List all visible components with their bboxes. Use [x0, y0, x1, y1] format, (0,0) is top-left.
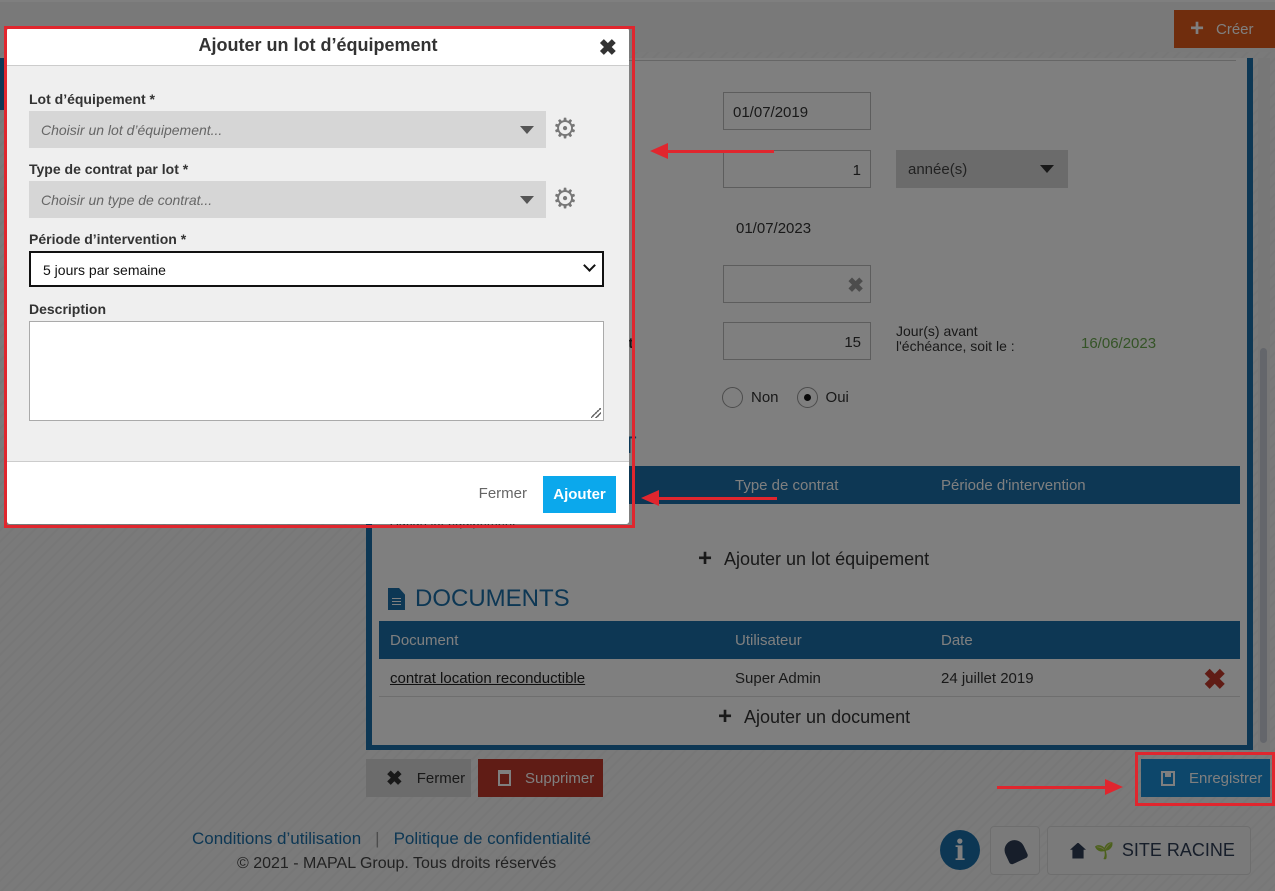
dialog-close-button[interactable]: Fermer	[479, 485, 527, 502]
dialog-footer: Fermer Ajouter	[7, 461, 629, 524]
dialog-add-button[interactable]: Ajouter	[543, 476, 616, 513]
description-textarea[interactable]	[29, 321, 604, 421]
lot-label: Lot d’équipement *	[29, 91, 155, 107]
annotation-arrow-right	[997, 779, 1123, 795]
annotation-arrow-left	[641, 490, 777, 506]
lot-select[interactable]: Choisir un lot d’équipement...	[29, 111, 546, 148]
contract-type-select[interactable]: Choisir un type de contrat...	[29, 181, 546, 218]
period-value: 5 jours par semaine	[43, 262, 166, 278]
annotation-arrow-left	[650, 143, 774, 159]
save-annotation-box	[1135, 752, 1275, 806]
period-select[interactable]: 5 jours par semaine	[29, 251, 604, 287]
chevron-down-icon	[583, 259, 596, 272]
description-label: Description	[29, 301, 107, 317]
dialog-body: Lot d’équipement * Choisir un lot d’équi…	[7, 66, 629, 461]
dialog-header: Ajouter un lot d’équipement ✖	[7, 28, 629, 66]
contract-type-placeholder: Choisir un type de contrat...	[41, 192, 213, 208]
close-icon[interactable]: ✖	[599, 35, 617, 61]
resize-handle-icon[interactable]	[591, 408, 601, 418]
gear-icon[interactable]: ⚙	[552, 185, 578, 213]
caret-down-icon	[520, 196, 534, 204]
contract-type-label: Type de contrat par lot *	[29, 161, 189, 177]
lot-placeholder: Choisir un lot d’équipement...	[41, 122, 223, 138]
dialog-title: Ajouter un lot d’équipement	[198, 35, 438, 55]
caret-down-icon	[520, 126, 534, 134]
period-label: Période d’intervention *	[29, 231, 187, 247]
add-equipment-lot-dialog: Ajouter un lot d’équipement ✖ Lot d’équi…	[7, 28, 629, 524]
gear-icon[interactable]: ⚙	[552, 115, 578, 143]
